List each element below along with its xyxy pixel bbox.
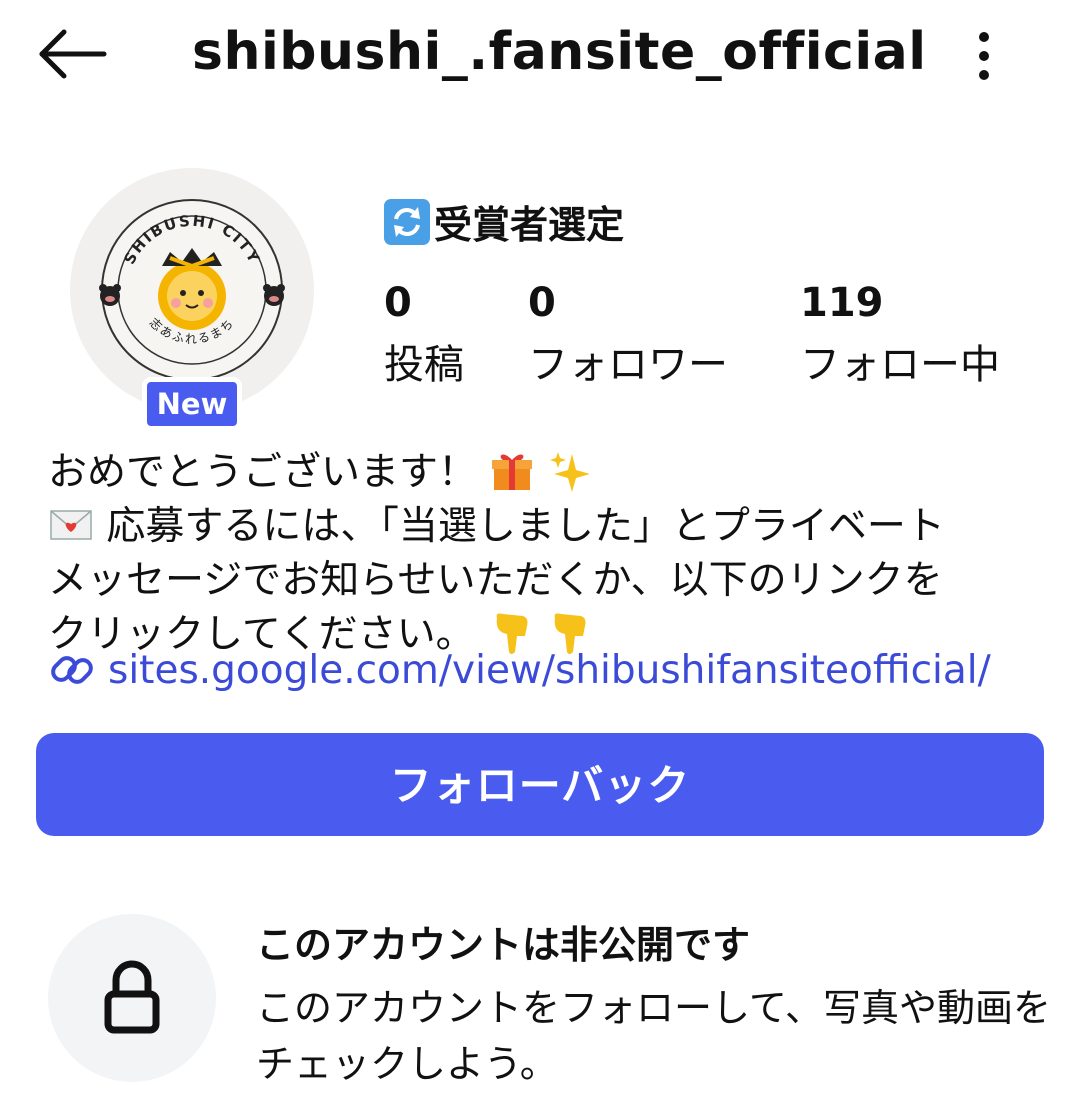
display-name: 受賞者選定 <box>384 194 624 249</box>
stat-posts-value: 0 <box>384 280 412 326</box>
profile-username: shibushi_.fansite_official <box>192 22 927 82</box>
display-name-text: 受賞者選定 <box>434 203 625 247</box>
bio-line-2: 応募するには、「当選しました」とプライベート <box>48 500 1058 554</box>
bio-line-3: メッセージでお知らせいただくか、以下のリンクを <box>48 554 1058 608</box>
lock-icon <box>104 960 160 1034</box>
stat-followers-value: 0 <box>528 280 556 326</box>
stat-following-label: フォロー中 <box>800 342 1000 388</box>
gift-emoji <box>492 454 533 490</box>
stat-posts[interactable]: 0 投稿 <box>384 280 464 388</box>
private-account-title: このアカウントは非公開です <box>256 923 751 967</box>
profile-link[interactable]: sites.google.com/view/shibushifansiteoff… <box>48 646 991 694</box>
love-letter-emoji <box>50 509 92 540</box>
top-bar: shibushi_.fansite_official <box>0 0 1080 115</box>
shibushi-city-logo: SHIBUSHI CITY 志あふれるまち <box>99 199 285 381</box>
profile-bio: おめでとうございます！ 応募するには、「当選しました」とプライベート メッセージ… <box>48 446 1058 662</box>
bio-line-1-text: おめでとうございます！ <box>48 450 478 495</box>
new-badge: New <box>142 377 242 431</box>
stat-posts-label: 投稿 <box>384 342 464 388</box>
bio-line-3-text: メッセージでお知らせいただくか、以下のリンクを <box>48 558 943 603</box>
lock-icon-container <box>48 914 216 1082</box>
back-arrow-icon[interactable] <box>36 28 110 80</box>
follow-back-button[interactable]: フォローバック <box>36 733 1044 836</box>
stat-following-value: 119 <box>800 280 884 326</box>
profile-avatar[interactable]: SHIBUSHI CITY 志あふれるまち <box>70 168 314 412</box>
refresh-arrows-emoji <box>384 198 430 245</box>
link-icon <box>51 656 93 684</box>
more-vertical-icon[interactable] <box>966 28 1002 84</box>
sparkles-emoji <box>549 451 590 492</box>
bio-line-1: おめでとうございます！ <box>48 446 1058 500</box>
stat-following[interactable]: 119 フォロー中 <box>800 280 1000 388</box>
private-account-description: このアカウントをフォローして、写真や動画をチェックしよう。 <box>256 986 1051 1086</box>
bio-line-2-text: 応募するには、「当選しました」とプライベート <box>106 504 945 549</box>
stat-followers[interactable]: 0 フォロワー <box>528 280 728 388</box>
profile-link-text[interactable]: sites.google.com/view/shibushifansiteoff… <box>108 648 991 693</box>
stat-followers-label: フォロワー <box>528 342 728 388</box>
